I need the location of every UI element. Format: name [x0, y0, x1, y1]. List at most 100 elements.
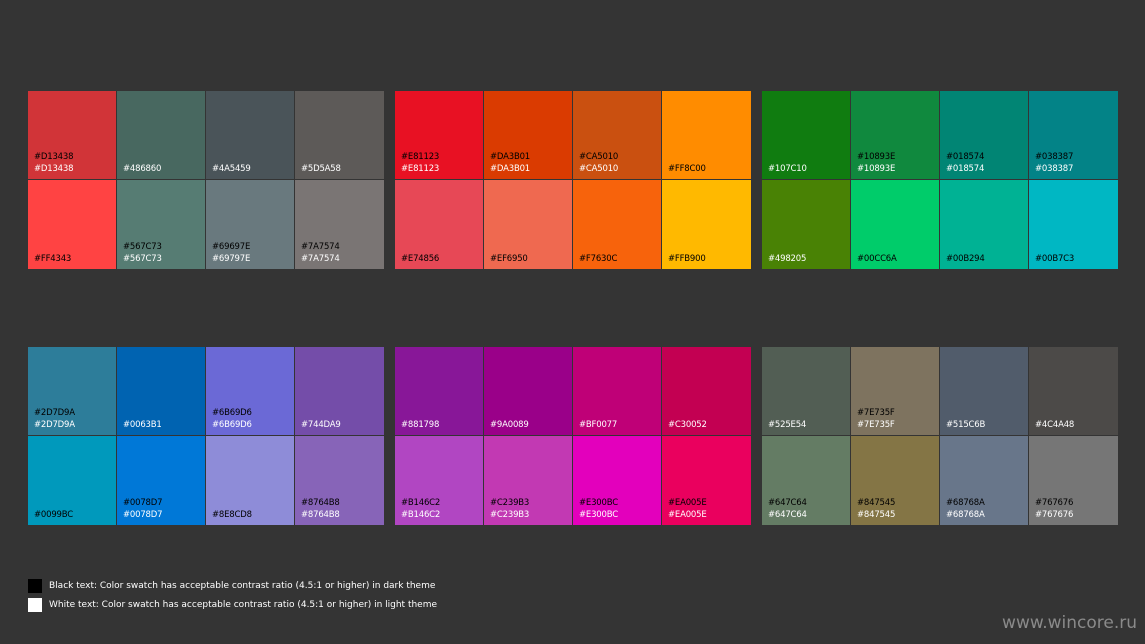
swatch-hex-white: #BF0077	[579, 419, 618, 430]
color-swatch: #4A5459	[206, 91, 295, 180]
swatch-labels: #5D5A58	[301, 164, 341, 176]
swatch-group-neutrals: #525E54 #7E735F #7E735F #515C6B #4C4A48 #647C…	[762, 347, 1118, 525]
color-palette-page: #D13438 #D13438 #486860 #4A5459 #5D5A58 #FF43…	[0, 0, 1145, 644]
swatch-hex-black: #CA5010	[579, 152, 619, 162]
swatch-hex-white: #0063B1	[123, 419, 162, 430]
swatch-hex-white: #DA3B01	[490, 163, 530, 174]
color-swatch: #567C73 #567C73	[117, 180, 206, 269]
color-swatch: #C239B3 #C239B3	[484, 436, 573, 525]
swatch-hex-white: #10893E	[857, 163, 896, 174]
color-swatch: #00B294	[940, 180, 1029, 269]
swatch-hex-white: #69797E	[212, 253, 251, 264]
swatch-hex-black: #038387	[1035, 152, 1074, 162]
color-swatch: #2D7D9A #2D7D9A	[28, 347, 117, 436]
swatch-hex-black: #6B69D6	[212, 408, 252, 418]
color-swatch: #881798	[395, 347, 484, 436]
color-swatch: #FF8C00	[662, 91, 751, 180]
watermark: www.wincore.ru	[1002, 613, 1137, 633]
swatch-labels: #7A7574 #7A7574	[301, 242, 340, 265]
swatch-hex-black: #00B294	[946, 253, 985, 264]
swatch-hex-white: #525E54	[768, 419, 807, 430]
swatch-labels: #9A0089	[490, 420, 529, 432]
swatch-labels: #4A5459	[212, 164, 251, 176]
color-swatch: #6B69D6 #6B69D6	[206, 347, 295, 436]
color-swatch: #E74856	[395, 180, 484, 269]
swatch-labels: #0063B1	[123, 420, 162, 432]
swatch-hex-white: #567C73	[123, 253, 162, 264]
swatch-labels: #847545 #847545	[857, 498, 895, 521]
swatch-hex-black: #0078D7	[123, 498, 163, 508]
swatch-labels: #767676 #767676	[1035, 498, 1073, 521]
legend-row-white: White text: Color swatch has acceptable …	[28, 597, 437, 613]
swatch-hex-white: #D13438	[34, 163, 74, 174]
swatch-labels: #567C73 #567C73	[123, 242, 162, 265]
swatch-hex-white: #4C4A48	[1035, 419, 1075, 430]
swatch-labels: #C239B3 #C239B3	[490, 498, 529, 521]
swatch-hex-black: #567C73	[123, 242, 162, 252]
swatch-group-blues-purples: #2D7D9A #2D7D9A #0063B1 #6B69D6 #6B69D6 #744D…	[28, 347, 384, 525]
color-swatch: #00CC6A	[851, 180, 940, 269]
color-swatch: #69697E #69797E	[206, 180, 295, 269]
swatch-hex-white: #6B69D6	[212, 419, 252, 430]
color-swatch: #7A7574 #7A7574	[295, 180, 384, 269]
swatch-hex-black: #E74856	[401, 253, 440, 264]
swatch-hex-black: #00B7C3	[1035, 253, 1075, 264]
swatch-hex-white: #7E735F	[857, 419, 895, 430]
color-swatch: #E300BC #E300BC	[573, 436, 662, 525]
color-swatch: #647C64 #647C64	[762, 436, 851, 525]
swatch-hex-black: #E81123	[401, 152, 440, 162]
swatch-labels: #8764B8 #8764B8	[301, 498, 340, 521]
contrast-legend: Black text: Color swatch has acceptable …	[28, 578, 437, 616]
swatch-hex-white: #68768A	[946, 509, 985, 520]
swatch-hex-black: #D13438	[34, 152, 74, 162]
swatch-hex-white: #107C10	[768, 163, 807, 174]
color-swatch: #107C10	[762, 91, 851, 180]
swatch-hex-black: #7A7574	[301, 242, 340, 252]
color-swatch: #E81123 #E81123	[395, 91, 484, 180]
swatch-labels: #10893E #10893E	[857, 152, 895, 175]
color-swatch: #498205	[762, 180, 851, 269]
color-swatch: #D13438 #D13438	[28, 91, 117, 180]
color-swatch: #486860	[117, 91, 206, 180]
swatch-labels: #647C64 #647C64	[768, 498, 807, 521]
color-swatch: #4C4A48	[1029, 347, 1118, 436]
swatch-labels: #525E54	[768, 420, 806, 432]
color-swatch: #847545 #847545	[851, 436, 940, 525]
swatch-hex-black: #FF8C00	[668, 163, 706, 174]
swatch-labels: #EA005E #EA005E	[668, 498, 707, 521]
swatch-labels: #7E735F #7E735F	[857, 408, 895, 431]
swatch-hex-black: #647C64	[768, 498, 807, 508]
swatch-hex-black: #F7630C	[579, 253, 618, 264]
swatch-labels: #FF8C00	[668, 164, 706, 176]
color-swatch: #DA3B01 #DA3B01	[484, 91, 573, 180]
swatch-labels: #515C6B	[946, 420, 985, 432]
swatch-hex-white: #E81123	[401, 163, 440, 174]
swatch-hex-black: #FF4343	[34, 253, 72, 264]
swatch-hex-white: #CA5010	[579, 163, 619, 174]
swatch-labels: #E74856	[401, 254, 439, 266]
color-swatch: #5D5A58	[295, 91, 384, 180]
swatch-hex-white: #647C64	[768, 509, 807, 520]
color-swatch: #10893E #10893E	[851, 91, 940, 180]
color-swatch: #0078D7 #0078D7	[117, 436, 206, 525]
swatch-hex-black: #018574	[946, 152, 985, 162]
white-legend-box	[28, 598, 42, 612]
color-swatch: #CA5010 #CA5010	[573, 91, 662, 180]
swatch-labels: #8E8CD8	[212, 510, 252, 522]
swatch-hex-black: #8764B8	[301, 498, 340, 508]
swatch-labels: #038387 #038387	[1035, 152, 1073, 175]
swatch-hex-black: #0099BC	[34, 509, 73, 520]
color-swatch: #F7630C	[573, 180, 662, 269]
swatch-hex-white: #C30052	[668, 419, 707, 430]
swatch-labels: #0078D7 #0078D7	[123, 498, 163, 521]
swatch-hex-black: #00CC6A	[857, 253, 897, 264]
swatch-hex-black: #EA005E	[668, 498, 707, 508]
swatch-hex-white: #8764B8	[301, 509, 340, 520]
color-swatch: #FF4343	[28, 180, 117, 269]
swatch-group-reds-grays: #D13438 #D13438 #486860 #4A5459 #5D5A58 #FF43…	[28, 91, 384, 269]
swatch-hex-black: #8E8CD8	[212, 509, 252, 520]
swatch-hex-white: #B146C2	[401, 509, 441, 520]
swatch-hex-white: #C239B3	[490, 509, 530, 520]
swatch-labels: #E81123 #E81123	[401, 152, 439, 175]
swatch-hex-black: #847545	[857, 498, 896, 508]
